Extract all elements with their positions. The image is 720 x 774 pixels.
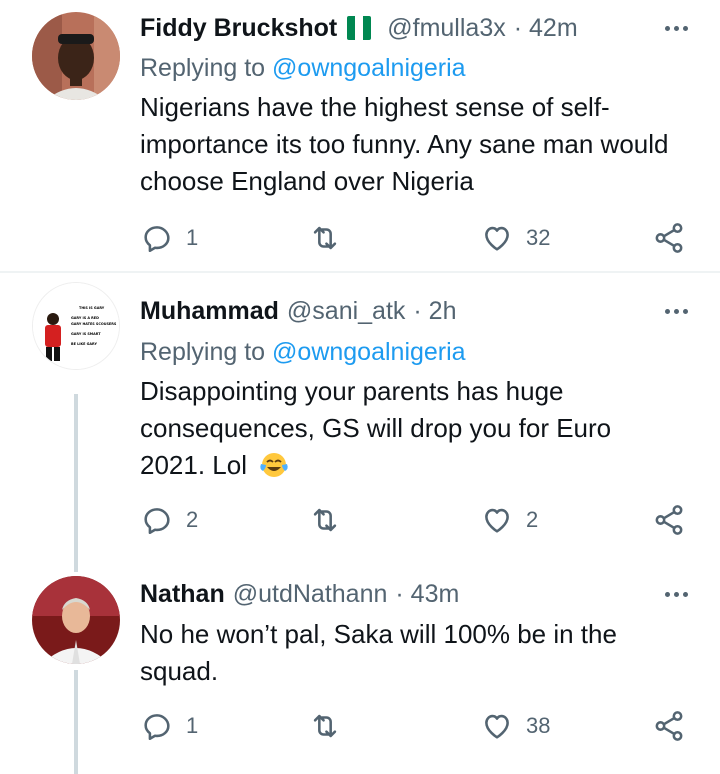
author-handle[interactable]: @sani_atk: [287, 297, 406, 326]
replying-to: Replying to @owngoalnigeria: [140, 51, 466, 85]
author-name[interactable]: Muhammad: [140, 297, 279, 326]
tweet-nathan[interactable]: Nathan @utdNathann · 43m No he won’t pal…: [0, 558, 720, 774]
divider: [0, 271, 720, 273]
retweet-button[interactable]: [308, 218, 354, 258]
thread-line: [74, 670, 78, 774]
reply-count: 1: [186, 225, 199, 250]
tweet-actions: 2 2: [140, 500, 700, 540]
replying-prefix: Replying to: [140, 338, 273, 366]
avatar[interactable]: THIS IS GARY GARY IS A RED GARY HATES SC…: [32, 282, 120, 370]
share-button[interactable]: [652, 706, 686, 746]
avatar-line-1: THIS IS GARY: [79, 306, 105, 310]
tweet-text: No he won’t pal, Saka will 100% be in th…: [140, 619, 617, 686]
tweet-actions: 1 38: [140, 706, 700, 746]
author-name[interactable]: Fiddy Bruckshot: [140, 14, 337, 43]
more-options-icon[interactable]: [665, 291, 688, 331]
share-button[interactable]: [652, 218, 686, 258]
retweet-button[interactable]: [308, 500, 354, 540]
replying-to-link[interactable]: @owngoalnigeria: [272, 338, 466, 366]
author-handle[interactable]: @fmulla3x: [387, 14, 505, 43]
tweet-time[interactable]: · 42m: [514, 14, 578, 43]
reply-icon: [144, 714, 170, 741]
tweet-fiddy[interactable]: Fiddy Bruckshot @fmulla3x · 42m Replying…: [0, 0, 720, 272]
like-count: 32: [526, 225, 551, 250]
tweet-text: Nigerians have the highest sense of self…: [140, 92, 669, 196]
share-icon: [655, 505, 683, 535]
heart-icon: [485, 714, 509, 739]
reply-button[interactable]: 1: [140, 706, 198, 746]
thread-line: [74, 394, 78, 558]
avatar-line-2: GARY IS A RED: [71, 316, 99, 320]
thread-line: [74, 558, 78, 572]
replying-to-link[interactable]: @owngoalnigeria: [272, 54, 466, 82]
author-handle[interactable]: @utdNathann: [233, 580, 388, 609]
more-options-icon[interactable]: [665, 574, 688, 614]
reply-count: 1: [186, 713, 199, 738]
reply-button[interactable]: 1: [140, 218, 198, 258]
avatar[interactable]: [32, 12, 120, 100]
avatar-line-3: GARY HATES SCOUSERS: [71, 322, 117, 326]
tweet-actions: 1 32: [140, 218, 700, 258]
replying-prefix: Replying to: [140, 54, 273, 82]
retweet-icon: [313, 226, 337, 250]
heart-icon: [485, 226, 509, 251]
reply-button[interactable]: 2: [140, 500, 198, 540]
like-count: 38: [526, 713, 551, 738]
like-button[interactable]: 2: [480, 500, 538, 540]
like-count: 2: [526, 507, 539, 532]
author-name[interactable]: Nathan: [140, 580, 225, 609]
share-icon: [655, 711, 683, 741]
replying-to: Replying to @owngoalnigeria: [140, 335, 466, 369]
reply-count: 2: [186, 507, 199, 532]
reply-icon: [144, 508, 170, 535]
share-button[interactable]: [652, 500, 686, 540]
reply-icon: [144, 226, 170, 253]
tweet-time[interactable]: · 2h: [413, 297, 456, 326]
tweet-text: Disappointing your parents has huge cons…: [140, 376, 612, 480]
avatar-line-4: GARY IS SMART: [71, 332, 101, 336]
avatar-line-5: BE LIKE GARY: [71, 342, 97, 346]
more-options-icon[interactable]: [665, 8, 688, 48]
face-with-tears-of-joy-icon: [260, 453, 288, 477]
tweet-time[interactable]: · 43m: [395, 580, 459, 609]
tweet-body: Disappointing your parents has huge cons…: [140, 373, 680, 484]
avatar[interactable]: [32, 576, 120, 664]
share-icon: [655, 223, 683, 253]
like-button[interactable]: 32: [480, 218, 550, 258]
heart-icon: [485, 508, 509, 533]
retweet-icon: [313, 508, 337, 532]
tweet-muhammad[interactable]: THIS IS GARY GARY IS A RED GARY HATES SC…: [0, 274, 720, 558]
retweet-icon: [313, 714, 337, 738]
retweet-button[interactable]: [308, 706, 354, 746]
like-button[interactable]: 38: [480, 706, 550, 746]
nigeria-flag-icon: [347, 16, 372, 40]
